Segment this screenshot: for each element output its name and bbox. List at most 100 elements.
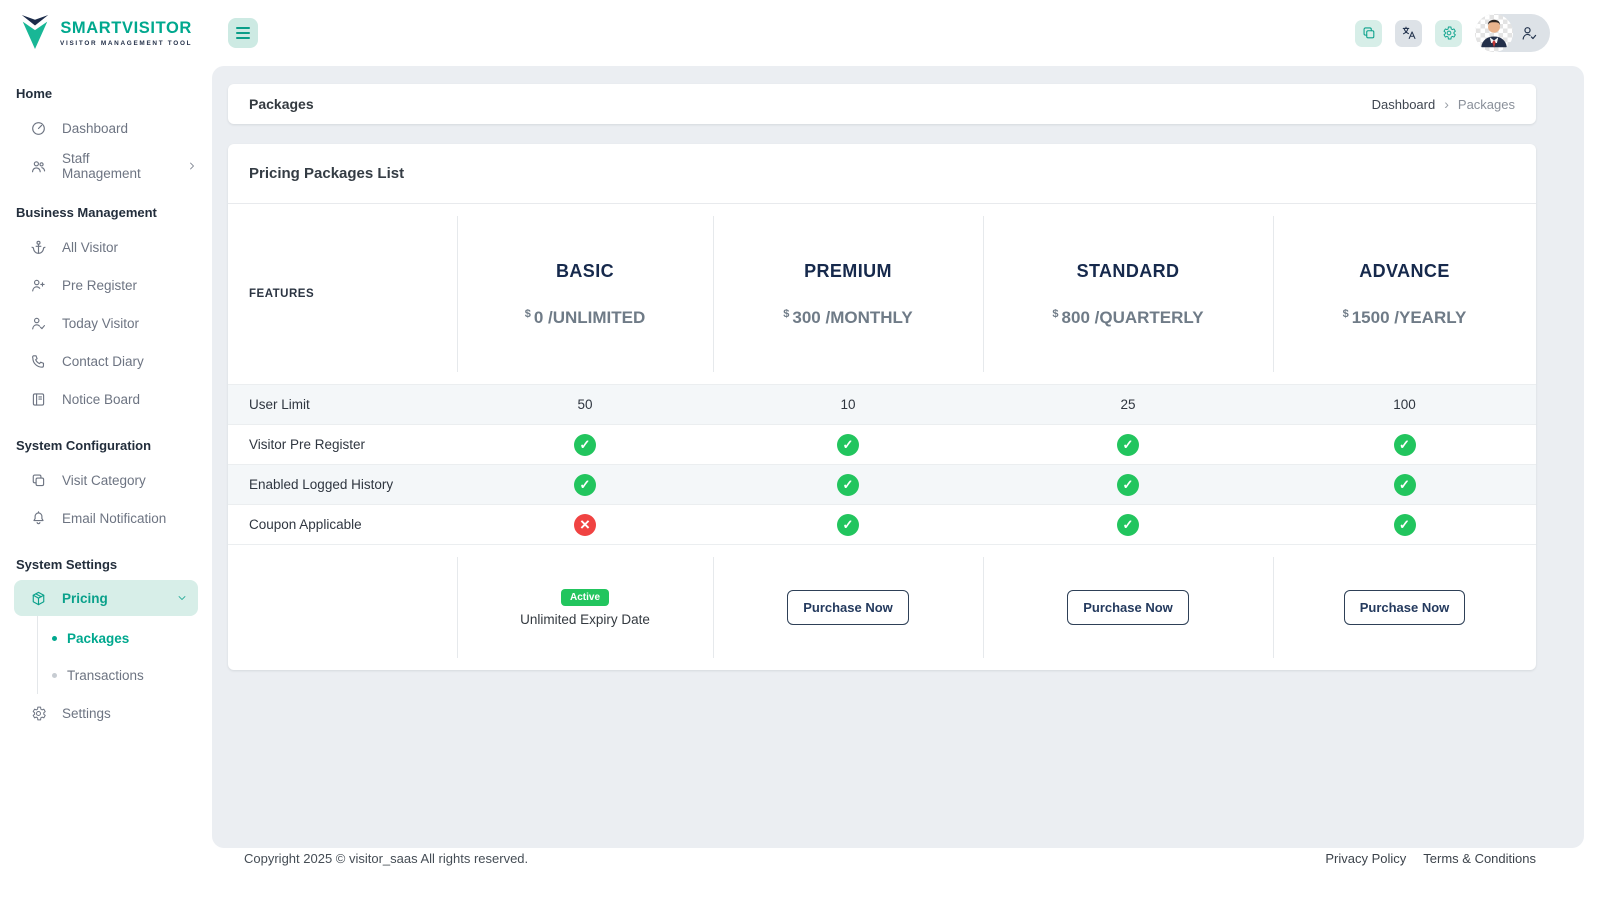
brand-logo-icon [18, 14, 52, 52]
sidebar-item-label: Email Notification [62, 511, 166, 526]
plan-name: BASIC [556, 261, 614, 282]
check-icon [1394, 514, 1416, 536]
settings-button[interactable] [1435, 20, 1462, 47]
privacy-policy-link[interactable]: Privacy Policy [1325, 851, 1406, 900]
sidebar-item-pre-register[interactable]: Pre Register [0, 266, 212, 304]
plan-footer-premium: Purchase Now [713, 545, 983, 670]
sidebar-item-label: Dashboard [62, 121, 128, 136]
purchase-now-button-advance[interactable]: Purchase Now [1344, 590, 1466, 625]
feature-label: Coupon Applicable [228, 505, 457, 544]
cell-value: 10 [713, 385, 983, 424]
sidebar-subitem-packages[interactable]: Packages [38, 620, 212, 657]
copy-button[interactable] [1355, 20, 1382, 47]
person-check-icon [30, 315, 47, 332]
sidebar: SMARTVISITOR VISITOR MANAGEMENT TOOL Hom… [0, 0, 212, 900]
table-row-coupon-applicable: Coupon Applicable [228, 504, 1536, 544]
sidebar-item-staff-management[interactable]: Staff Management [0, 147, 212, 185]
staff-icon [30, 158, 47, 175]
language-button[interactable] [1395, 20, 1422, 47]
purchase-now-button-premium[interactable]: Purchase Now [787, 590, 909, 625]
sidebar-item-all-visitor[interactable]: All Visitor [0, 228, 212, 266]
check-icon [1117, 434, 1139, 456]
plan-header-basic: BASIC $0 /UNLIMITED [457, 204, 713, 384]
sidebar-item-label: Pre Register [62, 278, 137, 293]
check-icon [837, 474, 859, 496]
sidebar-item-label: Packages [67, 631, 129, 646]
sidebar-item-contact-diary[interactable]: Contact Diary [0, 342, 212, 380]
footer: Copyright 2025 © visitor_saas All rights… [212, 848, 1600, 900]
brand-tagline: VISITOR MANAGEMENT TOOL [60, 40, 192, 47]
check-icon [1394, 434, 1416, 456]
sidebar-item-label: Contact Diary [62, 354, 144, 369]
pricing-card-title: Pricing Packages List [249, 165, 404, 182]
copy-icon [1361, 25, 1377, 41]
sidebar-item-label: Today Visitor [62, 316, 139, 331]
gear-icon [30, 705, 47, 722]
terms-conditions-link[interactable]: Terms & Conditions [1423, 851, 1536, 900]
copyright-text: Copyright 2025 © visitor_saas All rights… [244, 851, 528, 900]
table-row-visitor-pre-register: Visitor Pre Register [228, 424, 1536, 464]
check-icon [837, 434, 859, 456]
currency-symbol: $ [1343, 308, 1349, 320]
table-row-enabled-logged-history: Enabled Logged History [228, 464, 1536, 504]
sidebar-item-dashboard[interactable]: Dashboard [0, 109, 212, 147]
content-area: Packages Dashboard › Packages Pricing Pa… [212, 66, 1584, 848]
plan-footer-advance: Purchase Now [1273, 545, 1536, 670]
sidebar-item-email-notification[interactable]: Email Notification [0, 499, 212, 537]
check-icon [837, 514, 859, 536]
sidebar-item-label: Settings [62, 706, 111, 721]
sidebar-section-system-settings: System Settings [0, 551, 212, 580]
chevron-down-icon [176, 592, 188, 604]
check-icon [574, 474, 596, 496]
sidebar-item-notice-board[interactable]: Notice Board [0, 380, 212, 418]
sidebar-item-today-visitor[interactable]: Today Visitor [0, 304, 212, 342]
plan-header-standard: STANDARD $800 /QUARTERLY [983, 204, 1273, 384]
topbar [212, 0, 1600, 66]
breadcrumb-bar: Packages Dashboard › Packages [228, 84, 1536, 124]
pricing-table-footer: Active Unlimited Expiry Date Purchase No… [228, 544, 1536, 670]
purchase-now-button-standard[interactable]: Purchase Now [1067, 590, 1189, 625]
sidebar-item-settings[interactable]: Settings [0, 694, 212, 732]
person-add-icon [30, 277, 47, 294]
chevron-right-icon [186, 160, 198, 172]
plan-price: $0 /UNLIMITED [525, 308, 646, 328]
sidebar-section-home: Home [0, 80, 212, 109]
plan-name: ADVANCE [1359, 261, 1449, 282]
gear-icon [1441, 25, 1457, 41]
pricing-card: Pricing Packages List FEATURES BASIC $0 … [228, 144, 1536, 670]
feature-label: Enabled Logged History [228, 465, 457, 504]
plan-price: $1500 /YEARLY [1343, 308, 1467, 328]
cell-value: 50 [457, 385, 713, 424]
status-badge: Active [561, 589, 609, 606]
check-icon [1117, 474, 1139, 496]
sidebar-item-pricing[interactable]: Pricing [14, 580, 198, 616]
sidebar-item-label: Notice Board [62, 392, 140, 407]
cell-value: 100 [1273, 385, 1536, 424]
notice-board-icon [30, 391, 47, 408]
sidebar-item-label: Pricing [62, 591, 108, 606]
pricing-table-header: FEATURES BASIC $0 /UNLIMITED PREMIUM $30… [228, 204, 1536, 384]
avatar [1475, 14, 1513, 52]
plan-footer-basic: Active Unlimited Expiry Date [457, 545, 713, 670]
sidebar-section-business: Business Management [0, 199, 212, 228]
hamburger-menu-button[interactable] [228, 18, 258, 48]
cross-icon [574, 514, 596, 536]
check-icon [574, 434, 596, 456]
feature-label: Visitor Pre Register [228, 425, 457, 464]
currency-symbol: $ [525, 308, 531, 320]
bullet-icon [52, 673, 57, 678]
currency-symbol: $ [783, 308, 789, 320]
brand-logo[interactable]: SMARTVISITOR VISITOR MANAGEMENT TOOL [0, 0, 212, 66]
table-row-user-limit: User Limit 50 10 25 100 [228, 384, 1536, 424]
user-menu-button[interactable] [1475, 14, 1550, 52]
feature-label: User Limit [228, 385, 457, 424]
plan-header-advance: ADVANCE $1500 /YEARLY [1273, 204, 1536, 384]
sidebar-item-label: Transactions [67, 668, 144, 683]
sidebar-item-label: Visit Category [62, 473, 146, 488]
sidebar-item-visit-category[interactable]: Visit Category [0, 461, 212, 499]
sidebar-subitem-transactions[interactable]: Transactions [38, 657, 212, 694]
package-icon [30, 590, 47, 607]
breadcrumb-dashboard[interactable]: Dashboard [1372, 97, 1436, 112]
plan-name: STANDARD [1077, 261, 1180, 282]
plan-header-premium: PREMIUM $300 /MONTHLY [713, 204, 983, 384]
